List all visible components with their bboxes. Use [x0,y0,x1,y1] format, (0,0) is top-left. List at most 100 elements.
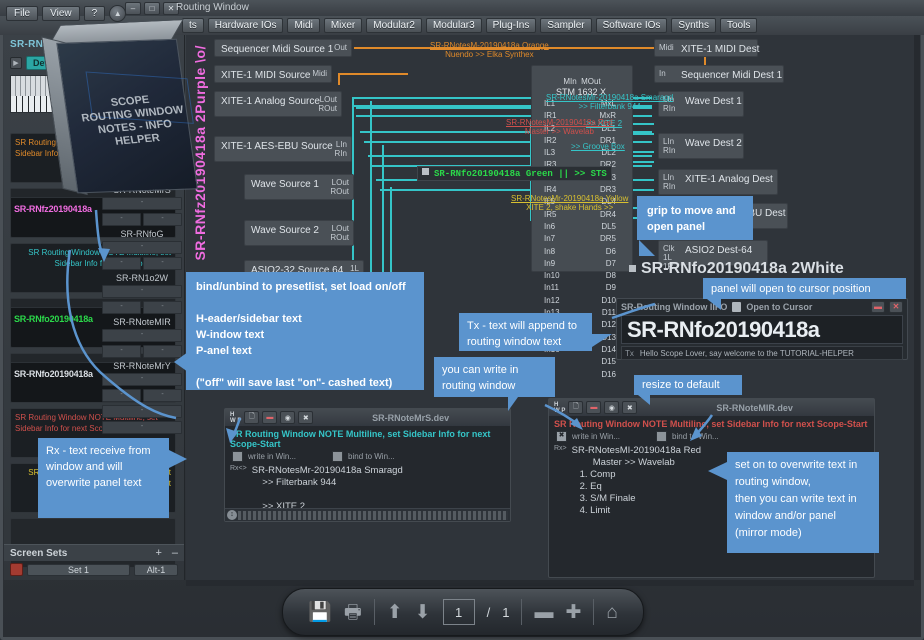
mixer-input-pin[interactable]: In8 [544,246,560,258]
source-node[interactable]: XITE-1 Analog SourceLOutROut [214,91,342,117]
source-node[interactable]: Sequencer Midi Source 1Out [214,39,352,57]
note-window-body-2[interactable]: SR-RNotesMI-20190418a Red Master >> Wave… [567,445,706,521]
bind-to-win-checkbox[interactable]: bind to Win... [332,451,395,462]
module-cell[interactable]: - [102,389,141,402]
pin-label[interactable]: RIn [663,182,675,191]
info-panel-minimize-icon[interactable]: ▬ [871,301,885,313]
scroll-track[interactable] [238,511,508,520]
tab-synths[interactable]: Synths [671,18,716,33]
mixer-input-pin[interactable]: IR2 [544,135,560,147]
tab-mixer[interactable]: Mixer [324,18,362,33]
module-name[interactable]: SR-RNoteMIR [102,317,182,327]
pin-label[interactable]: RIn [663,146,675,155]
pin-label[interactable]: LIn [663,137,675,146]
pin-label[interactable]: Out [334,43,347,52]
mixer-input-pin[interactable]: In11 [544,282,560,294]
screen-set-shortcut[interactable]: Alt-1 [134,564,178,576]
module-name[interactable]: SR-RNoteMrY [102,361,182,371]
write-in-win-checkbox-2[interactable]: ✖write in Win... [556,431,620,442]
tab-sampler[interactable]: Sampler [540,18,591,33]
mixer-output-pin[interactable]: D16 [600,369,616,381]
zoom-out-icon[interactable]: ▬ [534,603,553,622]
pin-label[interactable]: LOut [330,178,349,187]
menu-help[interactable]: ? [84,6,106,21]
info-panel-tx-row[interactable]: Tx Hello Scope Lover, say welcome to the… [621,346,903,360]
source-node[interactable]: XITE-1 AES-EBU SourceLInRIn [214,136,352,162]
cable-label[interactable]: >> Groove Box [571,142,625,151]
pin-label[interactable]: RIn [335,149,347,158]
mixer-input-pin[interactable]: In12 [544,295,560,307]
mixer-input-pin[interactable]: In10 [544,270,560,282]
scroll-knob-icon[interactable]: ↕ [227,510,237,520]
green-note-bar[interactable]: SR-RNfo20190418a Green || >> STS [417,166,612,181]
mixer-output-pin[interactable]: D12 [600,319,616,331]
mixer-output-pin[interactable]: D9 [600,282,616,294]
pin-label[interactable]: LOut [318,95,337,104]
module-cell[interactable]: - [143,213,182,226]
tab-hardware-ios[interactable]: Hardware IOs [208,18,284,33]
open-to-cursor-label[interactable]: Open to Cursor [746,302,812,312]
mixer-output-pin[interactable]: D7 [600,258,616,270]
minimize-icon-nw1[interactable]: ▬ [262,411,277,424]
info-panel-close-icon[interactable]: ✕ [889,301,903,313]
copy-icon[interactable]: 🗋 [244,411,259,424]
cable-label[interactable]: SR-RNotesMr-20190418a Smaragd>> Filterba… [546,93,673,111]
checkbox-box-write[interactable] [232,451,243,462]
note-window-titlebar[interactable]: H W P 🗋 ▬ ◉ ✖ SR-RNoteMrS.dev [225,409,510,426]
pin-label[interactable]: LIn [335,140,347,149]
write-in-win-checkbox[interactable]: write in Win... [232,451,296,462]
mixer-output-pin[interactable]: D15 [600,356,616,368]
module-cell[interactable]: - [102,257,141,270]
zoom-in-icon[interactable]: ✚ [565,603,581,622]
close-icon-nw2[interactable]: ✖ [622,401,637,414]
module-cell[interactable]: - [102,373,182,386]
pin-label[interactable]: ROut [330,187,349,196]
resize-icon-nw1[interactable]: ◉ [280,411,295,424]
mixer-input-pin[interactable]: In6 [544,221,560,233]
checkbox-box-write-2[interactable]: ✖ [556,431,567,442]
pin-label[interactable]: ROut [330,233,349,242]
mixer-output-pin[interactable]: D11 [600,307,616,319]
menu-file[interactable]: File [6,6,38,21]
cable-label[interactable]: SR-RNotesMr-20190418a YellowXITE 2, shak… [511,194,628,212]
tab-tools[interactable]: Tools [720,18,757,33]
pin-label[interactable]: LOut [330,224,349,233]
module-name[interactable]: SR-RNfoG [102,229,182,239]
routing-cable[interactable] [370,101,372,291]
close-icon-nw1[interactable]: ✖ [298,411,313,424]
tab-midi[interactable]: Midi [287,18,319,33]
tab-plug-ins[interactable]: Plug-Ins [486,18,537,33]
pin-label[interactable]: ROut [318,104,337,113]
routing-window-info-panel[interactable]: SR-Routing Window IIFO Open to Cursor ▬ … [616,298,908,360]
routing-cable[interactable] [338,73,340,85]
resize-icon-nw2[interactable]: ◉ [604,401,619,414]
power-icon[interactable]: ▲ [109,5,126,22]
source-node[interactable]: Wave Source 2LOutROut [244,220,354,246]
module-cell[interactable]: - [102,213,141,226]
page-up-icon[interactable]: ⬆ [387,603,403,622]
pin-label[interactable]: LIn [663,173,675,182]
dest-node[interactable]: Wave Dest 2LInRIn [658,133,744,159]
mixer-output-pin[interactable]: D6 [600,246,616,258]
page-down-icon[interactable]: ⬇ [415,603,431,622]
routing-cable[interactable] [338,73,408,75]
source-node[interactable]: Wave Source 1LOutROut [244,174,354,200]
screen-sets-remove-button[interactable]: – [172,547,178,559]
vertical-scrollbar[interactable] [914,35,920,580]
tx-text[interactable]: Hello Scope Lover, say welcome to the TU… [640,349,854,358]
module-cell[interactable]: - [102,301,141,314]
white-note-label[interactable]: SR-RNfo20190418a 2White [629,260,844,278]
save-icon[interactable]: 💾 [308,603,332,622]
horizontal-scrollbar[interactable] [186,580,914,586]
module-cell[interactable]: - [102,421,182,434]
dest-node[interactable]: XITE-1 MIDI DestMidi [654,39,758,57]
module-cell[interactable]: - [102,241,182,254]
note-window-titlebar-2[interactable]: H W P 🗋 ▬ ◉ ✖ SR-RNoteMIR.dev [549,399,874,416]
expand-icon[interactable]: ▶ [10,57,22,69]
pin-label[interactable]: Clk [663,244,675,253]
info-panel-value[interactable]: SR-RNfo20190418a [621,315,903,344]
module-cell[interactable]: - [102,345,141,358]
screen-set-name[interactable]: Set 1 [27,564,130,576]
note-window-scrollbar[interactable]: ↕ [225,508,510,521]
tab-software-ios[interactable]: Software IOs [596,18,668,33]
